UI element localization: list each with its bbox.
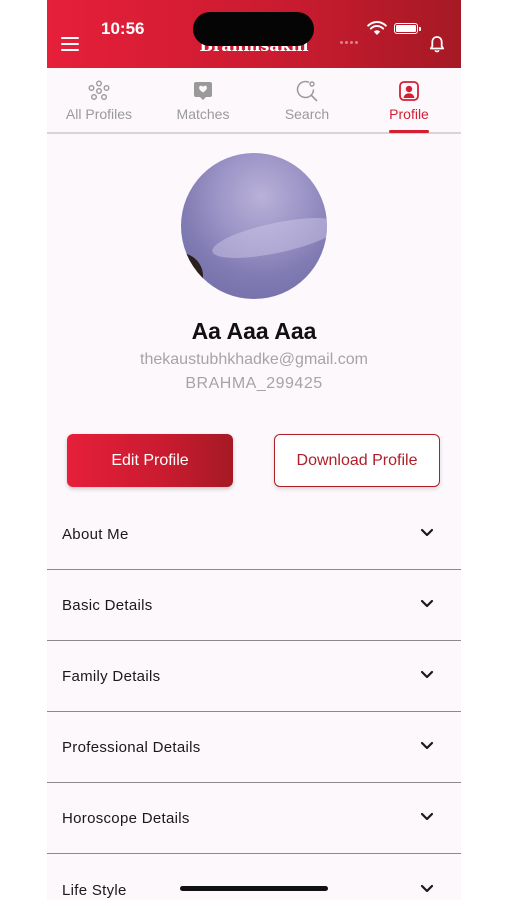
app-header: Brahmsakhi 10:56	[47, 0, 461, 68]
section-label: Professional Details	[62, 739, 201, 756]
tab-profile-label: Profile	[389, 106, 429, 122]
section-label: Basic Details	[62, 597, 153, 614]
chevron-down-icon	[420, 599, 434, 608]
tab-matches[interactable]: Matches	[151, 68, 255, 132]
chevron-down-icon	[420, 528, 434, 537]
chevron-down-icon	[420, 812, 434, 821]
tab-matches-label: Matches	[176, 106, 230, 122]
section-about-me[interactable]: About Me	[47, 499, 461, 570]
active-tab-indicator	[389, 130, 429, 133]
profile-name: Aa Aaa Aaa	[191, 318, 317, 344]
section-professional-details[interactable]: Professional Details	[47, 712, 461, 783]
wifi-icon	[367, 21, 387, 35]
profile-icon	[399, 81, 419, 101]
profile-email: thekaustubhkhadke@gmail.com	[140, 351, 368, 368]
chevron-down-icon	[420, 884, 434, 893]
chevron-down-icon	[420, 741, 434, 750]
avatar[interactable]	[181, 153, 327, 299]
tab-search[interactable]: Search	[255, 68, 359, 132]
section-label: Life Style	[62, 882, 127, 899]
battery-icon	[394, 23, 421, 34]
app-screen: Brahmsakhi 10:56 All Profiles	[47, 0, 461, 900]
bell-icon[interactable]	[428, 35, 446, 53]
download-profile-button[interactable]: Download Profile	[274, 434, 440, 487]
section-label: Family Details	[62, 668, 161, 685]
tab-all-profiles-label: All Profiles	[65, 106, 133, 122]
search-icon	[296, 80, 318, 102]
section-label: Horoscope Details	[62, 810, 190, 827]
profile-id: BRAHMA_299425	[185, 375, 323, 392]
tab-bar: All Profiles Matches Search Profile	[47, 68, 461, 134]
section-label: About Me	[62, 526, 129, 543]
status-time: 10:56	[101, 19, 145, 38]
menu-icon[interactable]	[61, 37, 79, 51]
camera-notch	[193, 12, 314, 46]
all-profiles-icon	[88, 80, 110, 100]
tab-profile[interactable]: Profile	[357, 68, 461, 132]
tab-all-profiles[interactable]: All Profiles	[47, 68, 151, 132]
section-life-style[interactable]: Life Style	[47, 855, 461, 900]
section-horoscope-details[interactable]: Horoscope Details	[47, 783, 461, 854]
section-family-details[interactable]: Family Details	[47, 641, 461, 712]
section-basic-details[interactable]: Basic Details	[47, 570, 461, 641]
home-indicator	[180, 886, 328, 891]
edit-profile-button[interactable]: Edit Profile	[67, 434, 233, 487]
chevron-down-icon	[420, 670, 434, 679]
matches-icon	[194, 82, 212, 100]
signal-icon	[340, 31, 360, 49]
tab-search-label: Search	[284, 106, 330, 122]
